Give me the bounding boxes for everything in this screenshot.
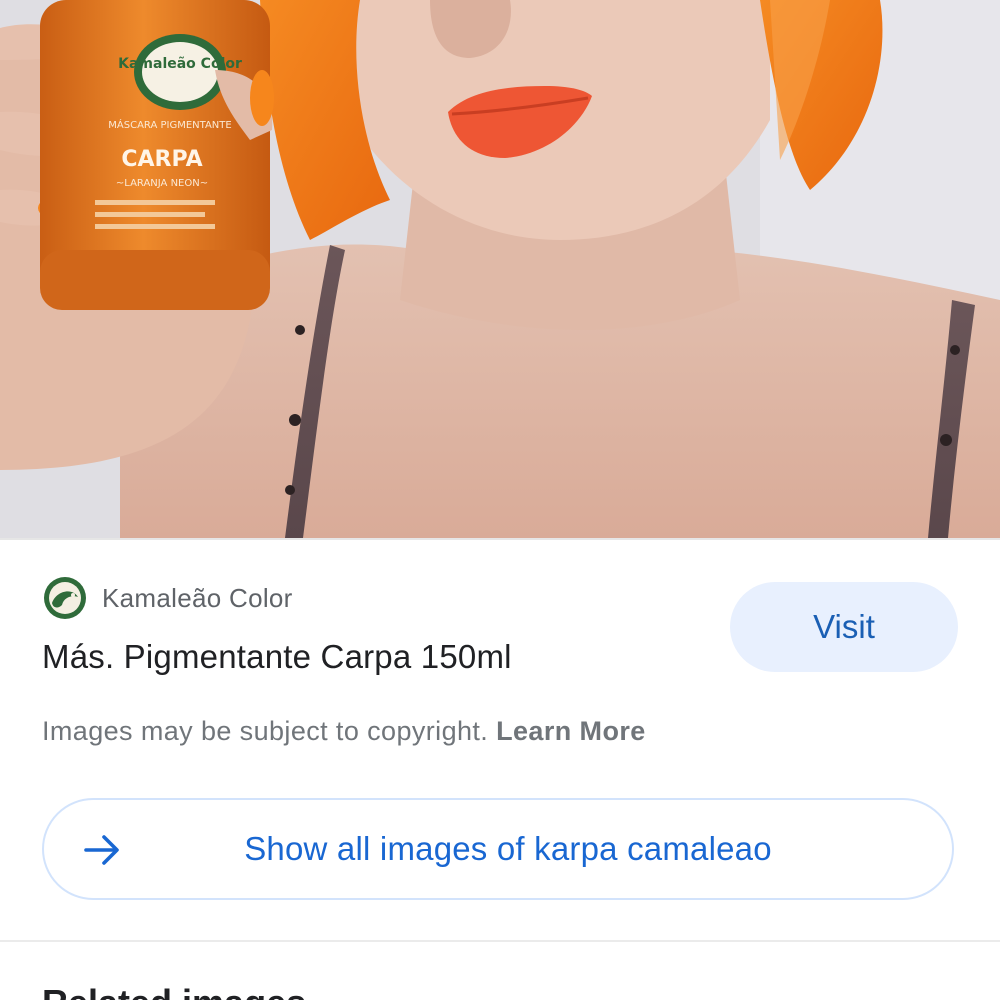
- bottle-subname-text: ~LARANJA NEON~: [116, 178, 208, 189]
- show-all-images-button[interactable]: Show all images of karpa camaleao: [42, 798, 954, 900]
- related-images-heading: Related images: [42, 982, 306, 1000]
- bottle-type-text: MÁSCARA PIGMENTANTE: [108, 118, 231, 131]
- preview-photo: Kamaleão Color MÁSCARA PIGMENTANTE CARPA…: [0, 0, 1000, 538]
- section-divider: [0, 940, 1000, 942]
- visit-button[interactable]: Visit: [730, 582, 958, 672]
- preview-image[interactable]: Kamaleão Color MÁSCARA PIGMENTANTE CARPA…: [0, 0, 1000, 538]
- source-name: Kamaleão Color: [102, 582, 293, 613]
- bottle-name-text: CARPA: [121, 147, 202, 172]
- image-preview-page: Kamaleão Color MÁSCARA PIGMENTANTE CARPA…: [0, 0, 1000, 1000]
- bottle-brand-text: Kamaleão Color: [118, 56, 242, 72]
- show-all-images-label: Show all images of karpa camaleao: [244, 830, 772, 867]
- source-row[interactable]: Kamaleão Color: [42, 574, 293, 622]
- copyright-text: Images may be subject to copyright.: [42, 716, 489, 746]
- copyright-notice: Images may be subject to copyright. Lear…: [42, 716, 646, 747]
- image-divider: [0, 538, 1000, 540]
- product-title[interactable]: Más. Pigmentante Carpa 150ml: [42, 638, 512, 676]
- source-logo-icon: [44, 577, 86, 619]
- learn-more-link[interactable]: Learn More: [496, 716, 646, 746]
